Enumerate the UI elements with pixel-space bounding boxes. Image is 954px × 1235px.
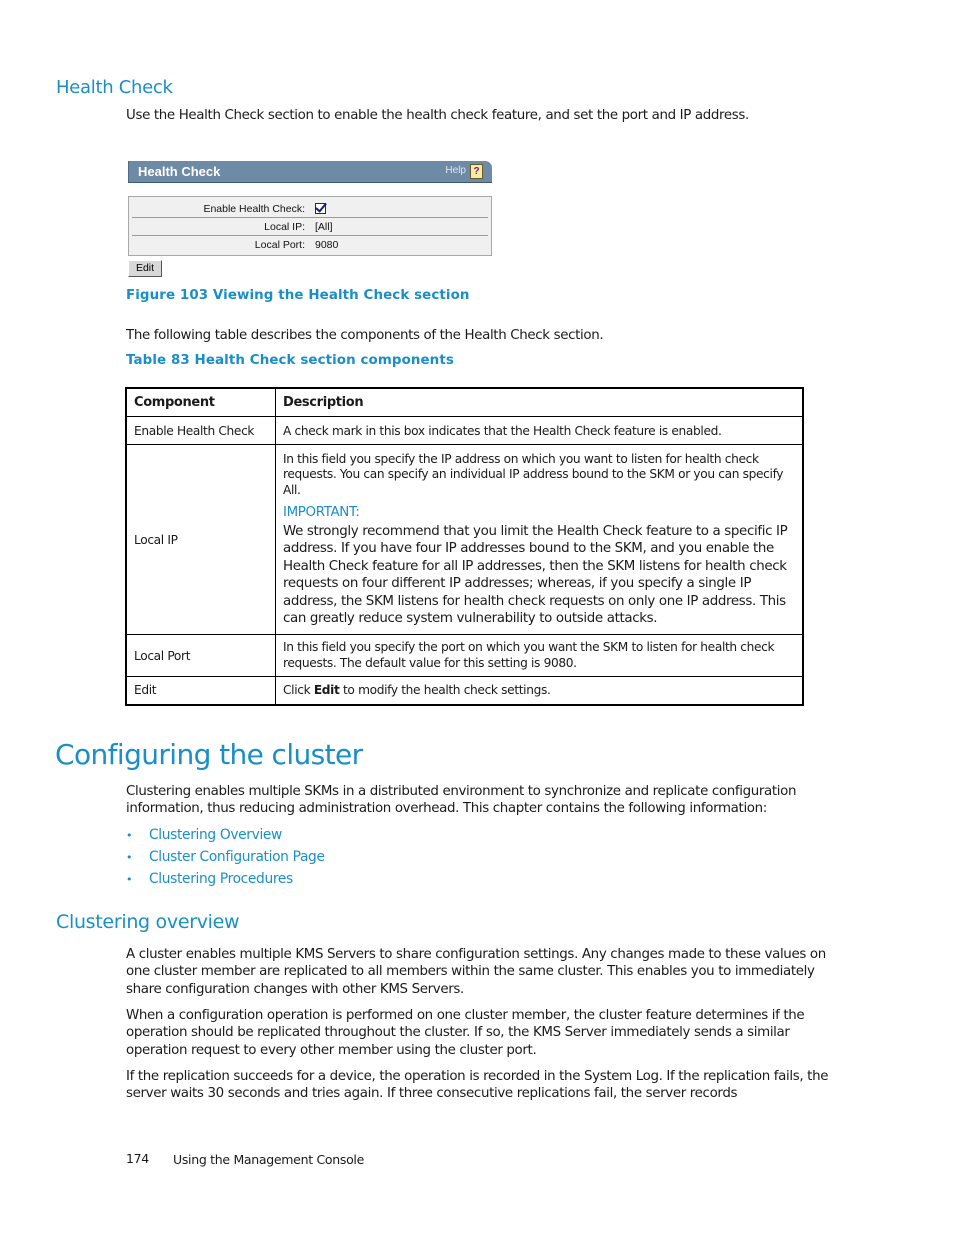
cell-component: Local Port — [125, 634, 276, 677]
description-prefix: Click — [283, 683, 314, 698]
important-text: We strongly recommend that you limit the… — [283, 523, 788, 626]
description-text: In this field you specify the IP address… — [283, 451, 784, 498]
overview-paragraph: A cluster enables multiple KMS Servers t… — [126, 947, 826, 997]
description-bold-edit: Edit — [313, 683, 340, 698]
page-number: 174 — [126, 1151, 149, 1166]
chapter-heading-configuring-cluster: Configuring the cluster — [55, 738, 363, 771]
list-item: • Clustering Overview — [126, 824, 325, 846]
figure-caption: Figure 103 Viewing the Health Check sect… — [126, 288, 470, 303]
form-row-enable: Enable Health Check: — [132, 200, 488, 218]
overview-paragraph: When a configuration operation is perfor… — [126, 1008, 805, 1058]
section-heading-health-check: Health Check — [56, 77, 173, 98]
help-question-icon[interactable]: ? — [470, 164, 483, 179]
column-header-description: Description — [275, 387, 804, 417]
local-port-value: 9080 — [315, 238, 339, 251]
table-intro: The following table describes the compon… — [126, 328, 604, 343]
bullet-icon: • — [126, 872, 133, 886]
cell-component: Enable Health Check — [125, 416, 276, 445]
panel-header: Health Check Help ? — [128, 161, 492, 183]
enable-health-check-checkbox[interactable] — [315, 202, 326, 214]
link-clustering-overview[interactable]: Clustering Overview — [149, 827, 282, 843]
components-table: Component Description Enable Health Chec… — [125, 387, 804, 706]
edit-button[interactable]: Edit — [128, 260, 162, 277]
important-label: IMPORTANT: — [283, 504, 360, 520]
local-port-label: Local Port: — [254, 238, 305, 251]
table-caption: Table 83 Health Check section components — [126, 353, 454, 368]
cell-description: Click Edit to modify the health check se… — [275, 676, 804, 705]
list-item: • Cluster Configuration Page — [126, 846, 325, 868]
local-ip-value: [All] — [315, 220, 333, 233]
health-check-panel: Health Check Help ? Enable Health Check:… — [128, 161, 492, 277]
table-row: Edit Click Edit to modify the health che… — [125, 676, 804, 705]
overview-paragraph: If the replication succeeds for a device… — [126, 1069, 829, 1102]
cell-component: Edit — [125, 676, 276, 705]
list-item: • Clustering Procedures — [126, 868, 325, 890]
local-ip-label: Local IP: — [264, 220, 305, 233]
table-row: Enable Health Check A check mark in this… — [125, 416, 804, 445]
column-header-component: Component — [125, 387, 276, 417]
health-check-intro: Use the Health Check section to enable t… — [126, 108, 749, 123]
bullet-icon: • — [126, 850, 133, 864]
chapter-links-list: • Clustering Overview • Cluster Configur… — [126, 824, 325, 890]
form-row-local-port: Local Port: 9080 — [132, 236, 488, 253]
cell-component: Local IP — [125, 444, 276, 635]
bullet-icon: • — [126, 828, 133, 842]
enable-health-check-label: Enable Health Check: — [203, 202, 305, 215]
section-heading-clustering-overview: Clustering overview — [56, 911, 240, 933]
table-row: Local Port In this field you specify the… — [125, 634, 804, 677]
table-header-row: Component Description — [125, 387, 804, 417]
description-suffix: to modify the health check settings. — [339, 683, 551, 698]
form-row-local-ip: Local IP: [All] — [132, 218, 488, 236]
cell-description: In this field you specify the IP address… — [275, 444, 804, 635]
link-clustering-procedures[interactable]: Clustering Procedures — [149, 871, 293, 887]
panel-title: Health Check — [138, 164, 221, 179]
link-cluster-configuration-page[interactable]: Cluster Configuration Page — [149, 849, 325, 865]
table-row: Local IP In this field you specify the I… — [125, 444, 804, 635]
cell-description: A check mark in this box indicates that … — [275, 416, 804, 445]
cluster-intro: Clustering enables multiple SKMs in a di… — [126, 784, 797, 817]
footer-title: Using the Management Console — [173, 1152, 364, 1167]
help-link[interactable]: Help — [445, 165, 466, 176]
health-check-form: Enable Health Check: Local IP: [All] Loc… — [128, 196, 492, 256]
cell-description: In this field you specify the port on wh… — [275, 634, 804, 677]
